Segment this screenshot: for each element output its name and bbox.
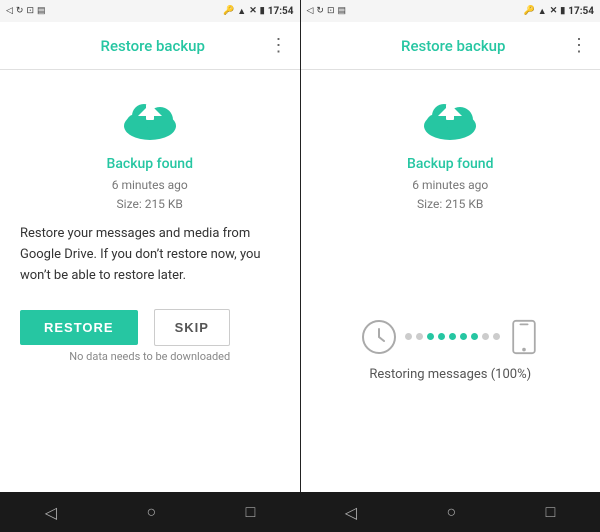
dot-9 — [493, 333, 500, 340]
progress-dots — [405, 333, 500, 340]
back-nav-icon: ◁ — [6, 6, 13, 16]
left-actions: RESTORE SKIP — [20, 297, 280, 350]
restoring-text: Restoring messages (100%) — [369, 367, 531, 382]
left-content: Backup found 6 minutes ago Size: 215 KB … — [0, 70, 300, 492]
left-backup-size: Size: 215 KB — [112, 195, 188, 214]
left-backup-meta: 6 minutes ago Size: 215 KB — [112, 176, 188, 214]
left-nav-bar: ◁ ○ □ — [0, 492, 300, 532]
left-recent-nav[interactable]: □ — [246, 502, 256, 522]
right-back-nav[interactable]: ◁ — [345, 503, 357, 522]
right-progress-area: Restoring messages (100%) — [345, 224, 556, 492]
right-cloud-upload-icon — [420, 94, 480, 144]
left-cloud-icon-wrap — [120, 94, 180, 148]
right-backup-time: 6 minutes ago — [412, 176, 488, 195]
left-cloud-upload-icon — [120, 94, 180, 144]
right-battery-icon: ▮ — [560, 6, 565, 16]
dot-5 — [449, 333, 456, 340]
right-cloud-icon-wrap — [420, 94, 480, 148]
phone-icon: ▤ — [37, 6, 46, 16]
left-app-title: Restore backup — [36, 37, 270, 55]
dot-7 — [471, 333, 478, 340]
right-signal-icon: ✕ — [550, 6, 558, 16]
dot-6 — [460, 333, 467, 340]
right-wifi-icon: ▲ — [538, 6, 547, 17]
dot-1 — [405, 333, 412, 340]
left-no-download-label: No data needs to be downloaded — [20, 350, 280, 371]
right-progress-row — [361, 319, 540, 355]
wifi-icon: ▲ — [237, 6, 246, 17]
left-menu-icon[interactable]: ⋮ — [270, 35, 288, 56]
right-content: Backup found 6 minutes ago Size: 215 KB — [301, 70, 600, 492]
dot-2 — [416, 333, 423, 340]
dot-4 — [438, 333, 445, 340]
left-restore-message: Restore your messages and media from Goo… — [20, 224, 280, 286]
skip-button[interactable]: SKIP — [154, 309, 230, 346]
battery-icon: ▮ — [260, 6, 265, 16]
right-refresh-icon: ↻ — [316, 6, 324, 16]
right-back-icon: ◁ — [307, 6, 314, 16]
right-phone-icon: ▤ — [338, 6, 347, 16]
right-status-bar: ◁ ↻ ⊡ ▤ 🔑 ▲ ✕ ▮ 17:54 — [301, 0, 600, 22]
right-app-title: Restore backup — [337, 37, 571, 55]
right-menu-icon[interactable]: ⋮ — [570, 35, 588, 56]
history-icon — [361, 319, 397, 355]
image-icon: ⊡ — [26, 6, 34, 16]
left-back-nav[interactable]: ◁ — [45, 503, 57, 522]
right-app-bar: Restore backup ⋮ — [301, 22, 600, 70]
bottom-nav-bars: ◁ ○ □ ◁ ○ □ — [0, 492, 600, 532]
right-home-nav[interactable]: ○ — [446, 502, 456, 522]
right-recent-nav[interactable]: □ — [546, 502, 556, 522]
right-backup-found-label: Backup found — [407, 156, 493, 172]
signal-off-icon: ✕ — [249, 6, 257, 16]
right-nav-bar: ◁ ○ □ — [300, 492, 600, 532]
dot-3 — [427, 333, 434, 340]
refresh-icon: ↻ — [16, 6, 24, 16]
left-backup-time: 6 minutes ago — [112, 176, 188, 195]
right-backup-meta: 6 minutes ago Size: 215 KB — [412, 176, 488, 214]
dot-8 — [482, 333, 489, 340]
phone-device-icon — [508, 319, 540, 355]
restore-button[interactable]: RESTORE — [20, 310, 138, 345]
left-status-bar: ◁ ↻ ⊡ ▤ 🔑 ▲ ✕ ▮ 17:54 — [0, 0, 300, 22]
left-app-bar: Restore backup ⋮ — [0, 22, 300, 70]
left-backup-found-label: Backup found — [107, 156, 193, 172]
right-time: 17:54 — [568, 6, 594, 17]
right-img-icon: ⊡ — [327, 6, 335, 16]
left-phone-screen: ◁ ↻ ⊡ ▤ 🔑 ▲ ✕ ▮ 17:54 Restore backup ⋮ — [0, 0, 300, 492]
key-icon: 🔑 — [223, 6, 234, 16]
right-key-icon: 🔑 — [524, 6, 535, 16]
left-time: 17:54 — [268, 6, 294, 17]
left-home-nav[interactable]: ○ — [146, 502, 156, 522]
right-phone-screen: ◁ ↻ ⊡ ▤ 🔑 ▲ ✕ ▮ 17:54 Restore backup ⋮ — [300, 0, 600, 492]
right-backup-size: Size: 215 KB — [412, 195, 488, 214]
